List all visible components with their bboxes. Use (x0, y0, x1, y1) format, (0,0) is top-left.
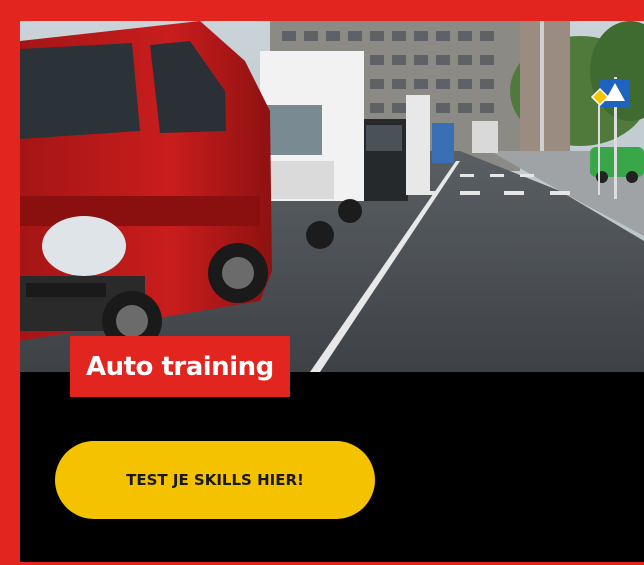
test-skills-button[interactable]: TEST JE SKILLS HIER! (55, 441, 375, 519)
card-title: Auto training (86, 351, 274, 382)
red-frame: Auto training TEST JE SKILLS HIER! (0, 0, 644, 565)
test-skills-button-label: TEST JE SKILLS HIER! (126, 471, 304, 489)
street-scene-image (20, 21, 644, 372)
card-title-badge: Auto training (70, 336, 290, 397)
training-card[interactable]: Auto training TEST JE SKILLS HIER! (20, 21, 644, 562)
